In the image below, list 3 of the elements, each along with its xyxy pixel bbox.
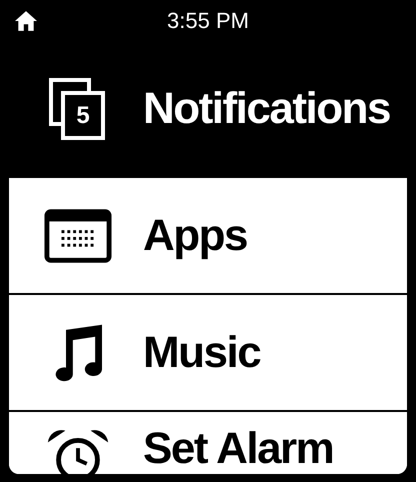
clock-time: 3:55 PM xyxy=(167,8,249,34)
home-icon[interactable] xyxy=(15,11,37,31)
menu-item[interactable]: 5 Notifications xyxy=(9,42,407,178)
